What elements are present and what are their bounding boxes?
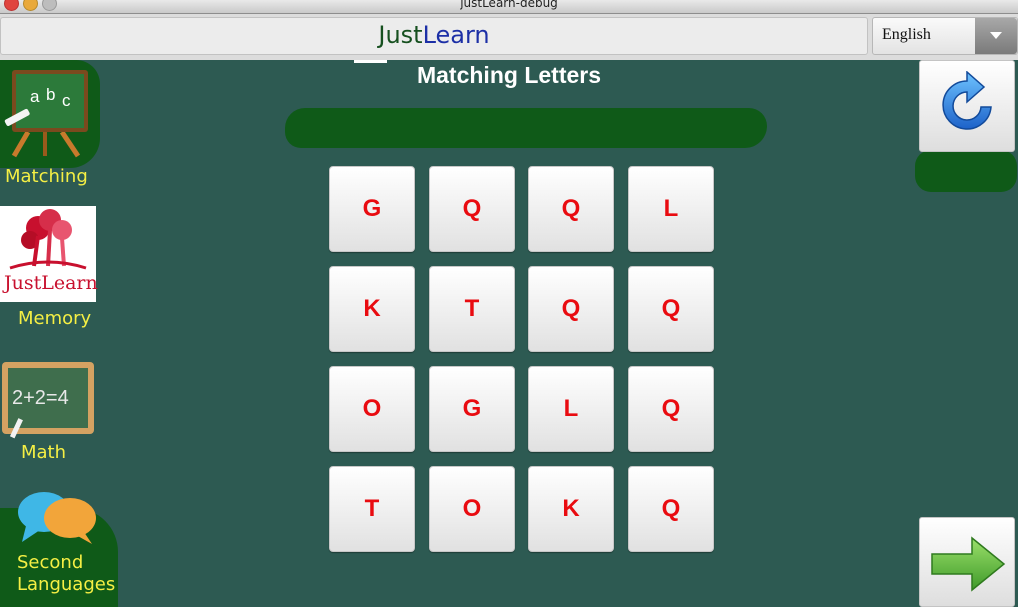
brand-part-just: Just (378, 21, 423, 49)
tile-letter: G (462, 395, 482, 422)
tile-letter: T (364, 495, 380, 522)
tile-letter: Q (661, 495, 681, 522)
tile-letter: L (663, 195, 679, 222)
sidebar-item-math[interactable]: 2+2=4 Math (0, 360, 100, 470)
svg-text:b: b (46, 85, 55, 104)
chalkboard-abc-icon: a b c (4, 70, 88, 158)
logo-text: JustLearn (4, 272, 98, 294)
sidebar-item-label-line1: Second (17, 552, 84, 573)
tile-letter: K (363, 295, 381, 322)
app-header: JustLearn English (0, 14, 1018, 60)
brand-part-learn: Learn (422, 21, 490, 49)
svg-text:c: c (62, 91, 71, 110)
sidebar-item-matching[interactable]: a b c Matching (0, 62, 100, 192)
letter-tile[interactable]: G (329, 166, 415, 252)
letter-tile[interactable]: Q (528, 266, 614, 352)
justlearn-logo-icon: JustLearn (0, 206, 98, 302)
tile-letter: Q (561, 295, 581, 322)
chalkboard-math-icon: 2+2=4 (2, 362, 94, 439)
letter-tile[interactable]: O (429, 466, 515, 552)
letter-tile[interactable]: L (528, 366, 614, 452)
letter-tile[interactable]: Q (628, 266, 714, 352)
letter-tile[interactable]: Q (528, 166, 614, 252)
tile-letter: Q (661, 395, 681, 422)
refresh-icon (942, 71, 992, 130)
sidebar-item-memory[interactable]: JustLearn Memory (0, 206, 100, 336)
letter-tile[interactable]: Q (628, 366, 714, 452)
next-arrow-icon (931, 536, 1006, 592)
app-brand: JustLearn (1, 21, 867, 49)
sidebar-item-label: Matching (5, 166, 88, 187)
tile-letter: Q (462, 195, 482, 222)
brand-bar: JustLearn (0, 17, 868, 55)
letter-tile[interactable]: Q (628, 466, 714, 552)
letter-tile[interactable]: L (628, 166, 714, 252)
redacted-refresh-label (915, 150, 1017, 192)
board-text: 2+2=4 (12, 387, 69, 409)
sidebar-item-label-line2: Languages (17, 574, 116, 595)
sidebar-item-second-languages[interactable]: Second Languages (0, 488, 118, 603)
language-selected-value: English (882, 26, 931, 43)
window-titlebar: justLearn-debug (0, 0, 1018, 14)
svg-text:a: a (30, 87, 40, 106)
letter-tile[interactable]: Q (429, 166, 515, 252)
letter-tile[interactable]: O (329, 366, 415, 452)
tile-letter: Q (561, 195, 581, 222)
tile-letter: G (362, 195, 382, 222)
sidebar-item-label: Math (21, 442, 67, 463)
letter-tile[interactable]: T (429, 266, 515, 352)
letter-tile[interactable]: T (329, 466, 415, 552)
chevron-down-icon[interactable] (975, 18, 1017, 54)
redacted-subtitle (285, 108, 767, 148)
tile-letter: L (563, 395, 579, 422)
page-title: Matching Letters (416, 62, 602, 88)
next-button[interactable] (919, 517, 1015, 607)
tile-letter: T (464, 295, 480, 322)
letter-tile[interactable]: K (528, 466, 614, 552)
sidebar-item-label: Memory (18, 308, 92, 329)
tile-letter: O (362, 395, 382, 422)
trees-icon (9, 209, 87, 270)
window-title: justLearn-debug (460, 0, 558, 10)
tile-letter: Q (661, 295, 681, 322)
refresh-button[interactable] (919, 60, 1015, 152)
tile-letter: K (562, 495, 580, 522)
speech-bubbles-icon (18, 492, 96, 544)
letter-tile[interactable]: G (429, 366, 515, 452)
language-select[interactable]: English (872, 17, 1018, 55)
letter-tile[interactable]: K (329, 266, 415, 352)
tile-letter: O (462, 495, 482, 522)
